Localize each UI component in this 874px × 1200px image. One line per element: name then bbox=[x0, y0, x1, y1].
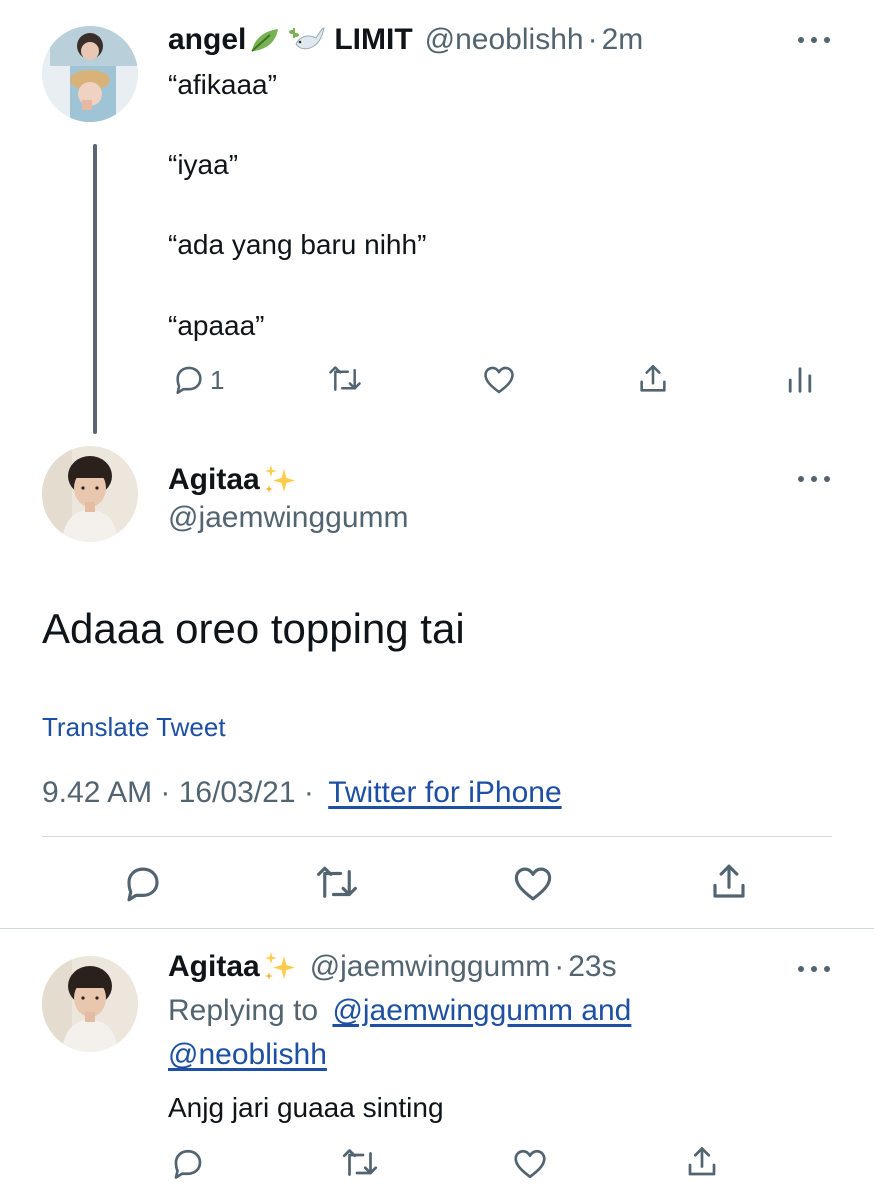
share-icon bbox=[688, 1147, 716, 1176]
tweet1-line-1: “afikaaa” bbox=[168, 69, 277, 100]
thread-line bbox=[93, 144, 97, 434]
reply-tweet-separator: · bbox=[554, 950, 565, 983]
reply-tweet-header: Agitaa @jaemwinggumm · 23s bbox=[168, 947, 617, 987]
reply-tweet-time[interactable]: 23s bbox=[568, 950, 616, 984]
tweet1-handle[interactable]: @neoblishh bbox=[425, 23, 584, 57]
section-divider bbox=[0, 928, 874, 929]
tweet-source-link[interactable]: Twitter for iPhone bbox=[328, 776, 561, 809]
avatar-agitaa[interactable] bbox=[42, 446, 138, 542]
retweet-icon bbox=[317, 866, 357, 898]
more-options-icon[interactable] bbox=[796, 472, 832, 486]
main-tweet-timestamp: 9.42 AM · 16/03/21 · bbox=[42, 776, 314, 809]
more-options-icon[interactable] bbox=[796, 962, 832, 976]
replying-to-link-2[interactable]: @neoblishh bbox=[168, 1038, 327, 1071]
tweet1-separator: · bbox=[587, 23, 598, 56]
share-icon bbox=[713, 864, 745, 898]
replying-to-line-2: @neoblishh bbox=[168, 1036, 327, 1074]
replying-to-line-1: Replying to @jaemwinggumm and bbox=[168, 992, 631, 1030]
tweet1-line-2: “iyaa” bbox=[168, 149, 239, 180]
reply-icon bbox=[176, 366, 202, 395]
replying-to-prefix: Replying to bbox=[168, 994, 319, 1027]
main-tweet-name-row: Agitaa bbox=[168, 460, 298, 500]
avatar-agitaa-reply[interactable] bbox=[42, 956, 138, 1052]
tweet1-like-button[interactable] bbox=[482, 363, 516, 397]
main-tweet-share-button[interactable] bbox=[708, 861, 750, 903]
retweet-icon bbox=[329, 366, 361, 391]
tweet1-reply-count: 1 bbox=[210, 364, 225, 395]
sparkles-emoji-icon bbox=[262, 950, 298, 984]
tweet1-retweet-button[interactable] bbox=[327, 363, 363, 397]
tweet1-line-4: “apaaa” bbox=[168, 310, 265, 341]
reply-icon bbox=[174, 1149, 202, 1179]
heart-icon bbox=[514, 867, 552, 901]
tweet1-reply-button[interactable]: 1 bbox=[172, 363, 224, 397]
reply-tweet-retweet-button[interactable] bbox=[340, 1146, 380, 1182]
more-options-icon[interactable] bbox=[796, 33, 832, 47]
reply-tweet-text: Anjg jari guaaa sinting bbox=[168, 1092, 444, 1123]
main-tweet-reply-button[interactable] bbox=[122, 863, 164, 905]
tweet1-name-suffix[interactable]: LIMIT bbox=[334, 23, 412, 57]
avatar-agitaa-reply-image bbox=[42, 956, 138, 1052]
reply-icon bbox=[127, 867, 159, 902]
heart-icon bbox=[484, 366, 514, 394]
avatar-angel-image bbox=[42, 26, 138, 122]
avatar-angel[interactable] bbox=[42, 26, 138, 122]
analytics-icon bbox=[788, 367, 812, 393]
share-icon bbox=[640, 364, 666, 392]
replying-to-link-1[interactable]: @jaemwinggumm and bbox=[332, 994, 631, 1027]
main-tweet-meta-row: 9.42 AM · 16/03/21 · Twitter for iPhone bbox=[42, 774, 562, 812]
dove-emoji-icon bbox=[286, 24, 326, 56]
avatar-agitaa-image bbox=[42, 446, 138, 542]
tweet1-line-3: “ada yang baru nihh” bbox=[168, 229, 427, 260]
tweet1-display-name[interactable]: angel bbox=[168, 23, 246, 57]
main-tweet-display-name[interactable]: Agitaa bbox=[168, 463, 260, 497]
reply-tweet-like-button[interactable] bbox=[512, 1146, 548, 1182]
reply-tweet-share-button[interactable] bbox=[684, 1144, 720, 1180]
leaf-emoji-icon bbox=[248, 25, 282, 55]
retweet-icon bbox=[342, 1149, 378, 1176]
reply-tweet-handle[interactable]: @jaemwinggumm bbox=[310, 950, 551, 984]
main-tweet-divider bbox=[42, 836, 832, 837]
translate-tweet-link[interactable]: Translate Tweet bbox=[42, 710, 226, 744]
sparkles-emoji-icon bbox=[262, 463, 298, 497]
heart-icon bbox=[514, 1149, 546, 1179]
main-tweet-text: Adaaa oreo topping tai bbox=[42, 605, 465, 652]
tweet1-analytics-button[interactable] bbox=[786, 363, 814, 397]
main-tweet-retweet-button[interactable] bbox=[314, 863, 360, 905]
reply-tweet-display-name[interactable]: Agitaa bbox=[168, 950, 260, 984]
tweet1-time[interactable]: 2m bbox=[602, 23, 644, 57]
tweet1-share-button[interactable] bbox=[636, 362, 670, 396]
main-tweet-handle[interactable]: @jaemwinggumm bbox=[168, 500, 409, 536]
reply-tweet-reply-button[interactable] bbox=[170, 1146, 206, 1182]
main-tweet-like-button[interactable] bbox=[512, 863, 554, 905]
tweet1-header: angel LIMIT @neoblishh · 2m bbox=[168, 20, 643, 60]
